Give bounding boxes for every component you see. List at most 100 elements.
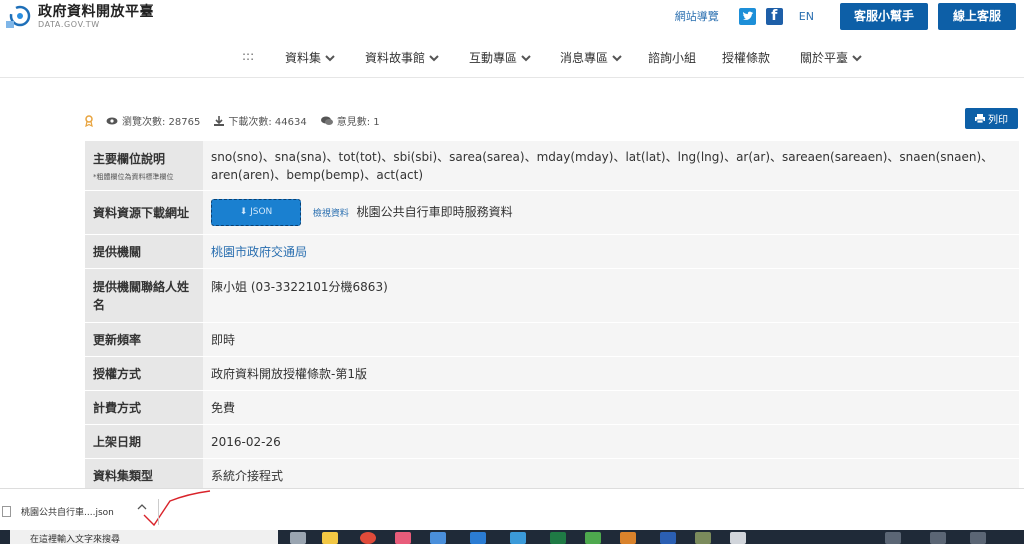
nav-label: 消息專區 bbox=[560, 51, 609, 65]
tray-icon[interactable] bbox=[885, 532, 901, 544]
chevron-down-icon bbox=[325, 54, 335, 61]
logo-title: 政府資料開放平臺 bbox=[38, 4, 154, 20]
nav-news[interactable]: 消息專區 bbox=[560, 49, 623, 66]
view-count: 瀏覽次數: 28765 bbox=[106, 113, 200, 128]
resource-label: 資料資源下載網址 bbox=[85, 190, 203, 235]
chevron-down-icon bbox=[612, 54, 622, 61]
eye-icon bbox=[106, 117, 118, 124]
publish-date-value: 2016-02-26 bbox=[203, 424, 1019, 459]
nav-datasets[interactable]: 資料集 bbox=[285, 49, 336, 66]
twitter-icon[interactable] bbox=[738, 7, 756, 25]
download-icon: ⬇ bbox=[239, 207, 251, 217]
table-row: 授權方式 政府資料開放授權條款-第1版 bbox=[85, 356, 1019, 391]
excel-icon[interactable] bbox=[550, 532, 566, 544]
language-switch[interactable]: EN bbox=[799, 10, 814, 23]
nav-interactive[interactable]: 互動專區 bbox=[469, 49, 532, 66]
table-row: 計費方式 免費 bbox=[85, 390, 1019, 425]
chevron-down-icon bbox=[852, 54, 862, 61]
frequency-label: 更新頻率 bbox=[85, 322, 203, 357]
printer-icon bbox=[975, 114, 985, 123]
view-data-link[interactable]: 檢視資料 bbox=[313, 209, 349, 219]
online-service-button[interactable]: 線上客服 bbox=[937, 2, 1016, 30]
downloaded-file-name: 桃園公共自行車....json bbox=[21, 508, 114, 518]
app-icon[interactable] bbox=[695, 532, 711, 544]
download-count-text: 下載次數: 44634 bbox=[228, 117, 307, 128]
fee-label: 計費方式 bbox=[85, 390, 203, 425]
site-header: 政府資料開放平臺 DATA.GOV.TW 網站導覽 f EN 客服小幫手 線上客… bbox=[0, 0, 1024, 32]
table-row: 資料資源下載網址 ⬇ JSON 檢視資料 桃園公共自行車即時服務資料 bbox=[85, 190, 1019, 235]
provider-link[interactable]: 桃園市政府交通局 bbox=[203, 234, 1019, 269]
outlook-icon[interactable] bbox=[470, 532, 486, 544]
nav-license[interactable]: 授權條款 bbox=[722, 49, 770, 66]
fee-value: 免費 bbox=[203, 390, 1019, 425]
frequency-value: 即時 bbox=[203, 322, 1019, 357]
sitemap-link[interactable]: 網站導覽 bbox=[675, 8, 719, 24]
download-icon bbox=[214, 115, 225, 126]
contact-value: 陳小姐 (03-3322101分機6863) bbox=[203, 268, 1019, 323]
facebook-icon[interactable]: f bbox=[765, 7, 783, 25]
nav-label: 資料故事館 bbox=[365, 51, 426, 65]
nav-label: 關於平臺 bbox=[800, 51, 849, 65]
chevron-down-icon bbox=[521, 54, 531, 61]
tray-icon[interactable] bbox=[970, 532, 986, 544]
table-row: 更新頻率 即時 bbox=[85, 322, 1019, 357]
provider-label: 提供機關 bbox=[85, 234, 203, 269]
print-label: 列印 bbox=[988, 115, 1008, 126]
file-explorer-icon[interactable] bbox=[322, 532, 338, 544]
comments-icon bbox=[320, 116, 333, 125]
nav-about[interactable]: 關於平臺 bbox=[800, 49, 863, 66]
browser-download-bar: 桃園公共自行車....json bbox=[0, 488, 1024, 530]
app-icon[interactable] bbox=[430, 532, 446, 544]
logo-icon bbox=[6, 5, 31, 28]
app-icon[interactable] bbox=[730, 532, 746, 544]
tray-icon[interactable] bbox=[930, 532, 946, 544]
fields-label: 主要欄位說明 bbox=[93, 151, 166, 166]
customer-helper-button[interactable]: 客服小幫手 bbox=[839, 2, 928, 30]
comment-count-text: 意見數: 1 bbox=[336, 117, 380, 128]
dataset-metadata-table: 主要欄位說明 *粗體欄位為資料標準欄位 sno(sno)、sna(sna)、to… bbox=[85, 140, 1019, 493]
table-row: 提供機關聯絡人姓名 陳小姐 (03-3322101分機6863) bbox=[85, 268, 1019, 323]
license-label: 授權方式 bbox=[85, 356, 203, 391]
logo-subtitle: DATA.GOV.TW bbox=[38, 20, 100, 29]
license-value: 政府資料開放授權條款-第1版 bbox=[203, 356, 1019, 391]
word-icon[interactable] bbox=[660, 532, 676, 544]
app-icon[interactable] bbox=[395, 532, 411, 544]
site-logo[interactable]: 政府資料開放平臺 DATA.GOV.TW bbox=[4, 3, 154, 31]
main-nav: ::: 資料集 資料故事館 互動專區 消息專區 諮詢小組 授權條款 關於平臺 bbox=[0, 36, 1024, 78]
file-icon bbox=[2, 506, 11, 517]
divider bbox=[158, 499, 159, 525]
view-count-text: 瀏覽次數: 28765 bbox=[122, 117, 201, 128]
award-icon bbox=[85, 114, 93, 127]
nav-accesskey[interactable]: ::: bbox=[242, 49, 254, 63]
resource-name: 桃園公共自行車即時服務資料 bbox=[356, 205, 513, 219]
red-checkmark-annotation bbox=[143, 490, 211, 527]
app-icon[interactable] bbox=[620, 532, 636, 544]
fields-note: *粗體欄位為資料標準欄位 bbox=[93, 172, 174, 181]
nav-stories[interactable]: 資料故事館 bbox=[365, 49, 440, 66]
downloaded-file[interactable]: 桃園公共自行車....json bbox=[2, 505, 114, 518]
nav-label: 資料集 bbox=[285, 51, 322, 65]
nav-advisory[interactable]: 諮詢小組 bbox=[648, 49, 696, 66]
chrome-icon[interactable] bbox=[360, 532, 376, 544]
json-label: JSON bbox=[250, 207, 273, 217]
app-icon[interactable] bbox=[510, 532, 526, 544]
table-row: 上架日期 2016-02-26 bbox=[85, 424, 1019, 459]
json-download-button[interactable]: ⬇ JSON bbox=[211, 199, 301, 226]
row-label: 主要欄位說明 *粗體欄位為資料標準欄位 bbox=[85, 140, 203, 191]
fields-value: sno(sno)、sna(sna)、tot(tot)、sbi(sbi)、sare… bbox=[203, 140, 1019, 191]
chevron-down-icon bbox=[429, 54, 439, 61]
comment-count: 意見數: 1 bbox=[320, 113, 380, 128]
task-view-icon[interactable] bbox=[290, 532, 306, 544]
table-row: 主要欄位說明 *粗體欄位為資料標準欄位 sno(sno)、sna(sna)、to… bbox=[85, 140, 1019, 191]
nav-label: 互動專區 bbox=[469, 51, 518, 65]
publish-date-label: 上架日期 bbox=[85, 424, 203, 459]
resource-value: ⬇ JSON 檢視資料 桃園公共自行車即時服務資料 bbox=[203, 190, 1019, 235]
dataset-stats: 瀏覽次數: 28765 下載次數: 44634 意見數: 1 bbox=[84, 113, 394, 128]
taskbar-search[interactable]: 在這裡輸入文字來搜尋 bbox=[10, 530, 278, 544]
app-icon[interactable] bbox=[585, 532, 601, 544]
download-count: 下載次數: 44634 bbox=[214, 113, 307, 128]
table-row: 提供機關 桃園市政府交通局 bbox=[85, 234, 1019, 269]
contact-label: 提供機關聯絡人姓名 bbox=[85, 268, 203, 323]
print-button[interactable]: 列印 bbox=[965, 108, 1018, 129]
os-taskbar: 在這裡輸入文字來搜尋 bbox=[0, 530, 1024, 544]
